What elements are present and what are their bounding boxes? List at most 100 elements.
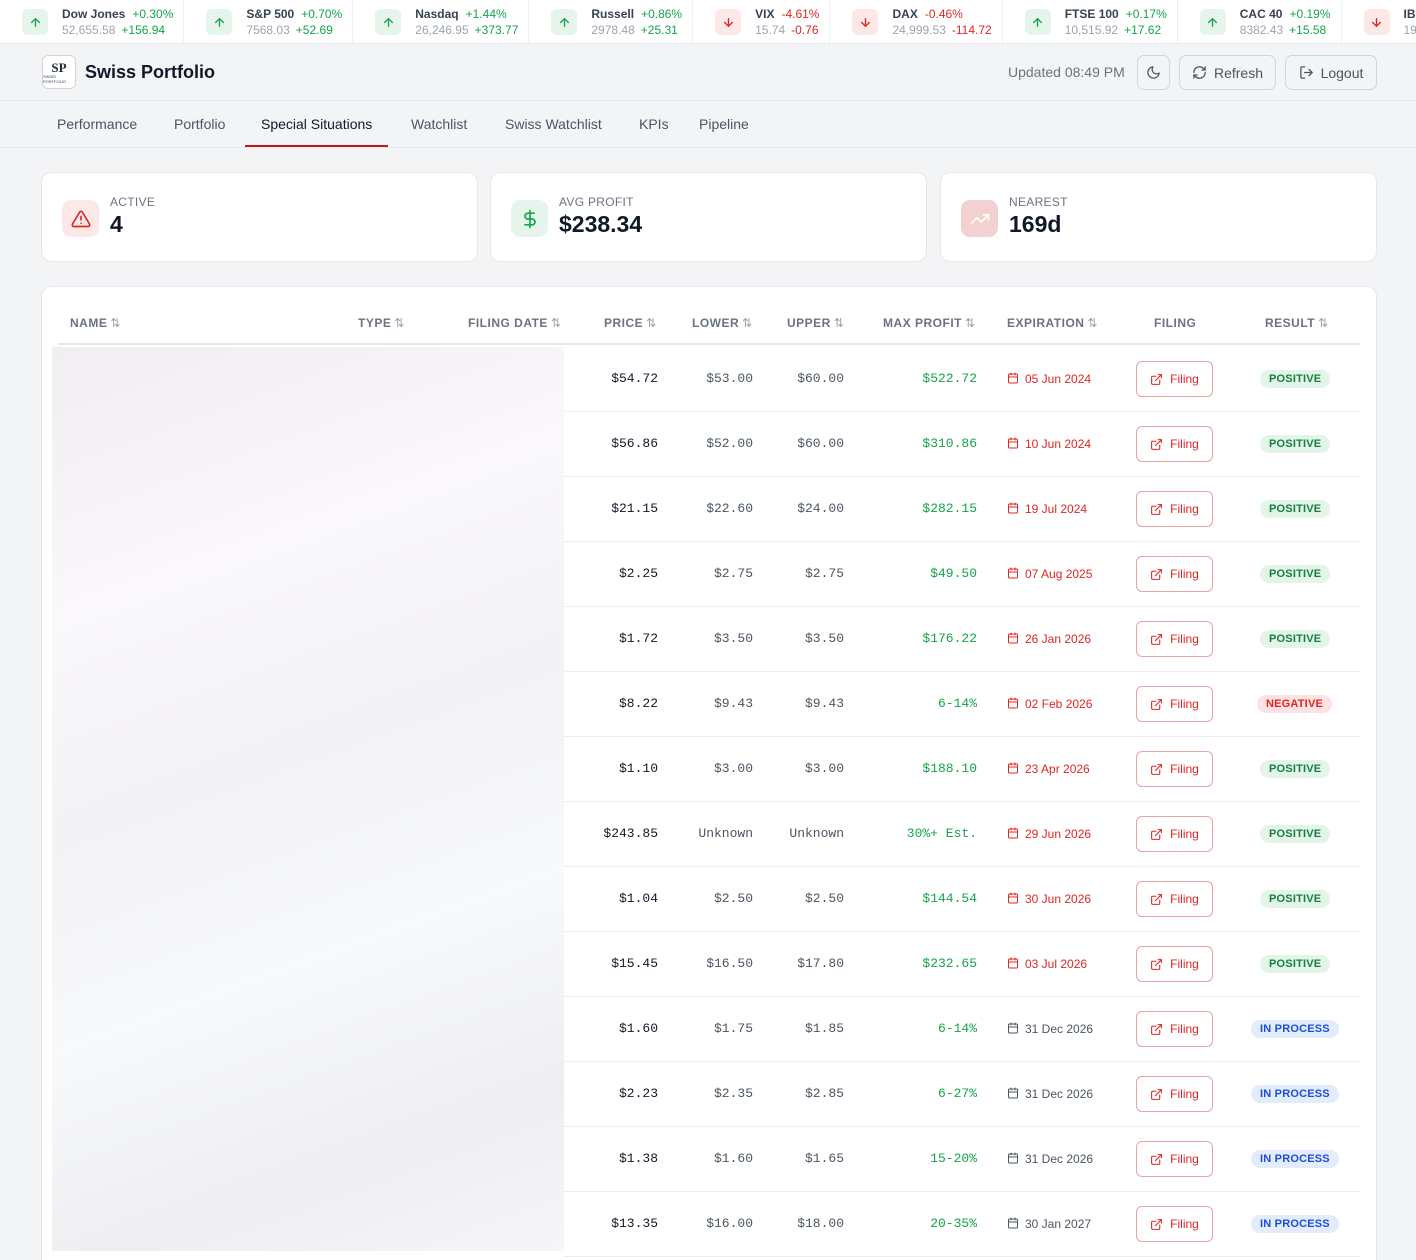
- theme-toggle-button[interactable]: [1137, 55, 1170, 90]
- ticker-price: 10,515.92: [1064, 23, 1119, 37]
- filing-label: Filing: [1170, 1087, 1199, 1101]
- stat-value: 169d: [1009, 211, 1062, 237]
- filing-button[interactable]: Filing: [1136, 946, 1213, 982]
- expiration-cell: 30 Jan 2027: [1007, 1192, 1091, 1256]
- column-header-filing-date[interactable]: FILING DATE ⇅: [468, 316, 562, 330]
- upper-cell: $1.65: [804, 1151, 844, 1166]
- ticker-pct: +0.86%: [641, 7, 683, 21]
- tab-special-situations[interactable]: Special Situations: [245, 101, 389, 147]
- tab-kpis[interactable]: KPIs: [623, 101, 685, 147]
- filing-label: Filing: [1170, 1152, 1199, 1166]
- logo-mark: SP: [51, 59, 67, 75]
- lower-cell: $22.60: [706, 501, 753, 516]
- max-profit-cell: $188.10: [922, 761, 977, 776]
- column-header-upper[interactable]: UPPER ⇅: [787, 316, 844, 330]
- filing-label: Filing: [1170, 632, 1199, 646]
- stat-value: 4: [110, 211, 123, 237]
- filing-label: Filing: [1170, 827, 1199, 841]
- column-header-price[interactable]: PRICE ⇅: [604, 316, 657, 330]
- refresh-button[interactable]: Refresh: [1179, 55, 1276, 90]
- filing-button[interactable]: Filing: [1136, 881, 1213, 917]
- filing-button[interactable]: Filing: [1136, 556, 1213, 592]
- calendar-icon: [1007, 1217, 1019, 1232]
- ticker-price: 26,246.95: [415, 23, 469, 37]
- ticker-price: 15.74: [755, 23, 786, 37]
- ticker-name: Russell: [591, 7, 635, 21]
- tab-watchlist[interactable]: Watchlist: [395, 101, 483, 147]
- price-cell: $1.38: [618, 1151, 658, 1166]
- column-header-name[interactable]: NAME ⇅: [70, 316, 121, 330]
- expiration-cell: 26 Jan 2026: [1007, 607, 1091, 671]
- filing-button[interactable]: Filing: [1136, 816, 1213, 852]
- tab-portfolio[interactable]: Portfolio: [158, 101, 241, 147]
- ticker-name: S&P 500: [246, 7, 295, 21]
- calendar-icon: [1007, 1022, 1019, 1037]
- tab-pipeline[interactable]: Pipeline: [683, 101, 765, 147]
- max-profit-cell: 6-14%: [937, 696, 977, 711]
- upper-cell: $3.00: [804, 761, 844, 776]
- result-badge: POSITIVE: [1260, 825, 1331, 843]
- ticker-name: Dow Jones: [62, 7, 126, 21]
- lower-cell: $1.75: [713, 1021, 753, 1036]
- ticker-item: FTSE 100 +0.17% 10,515.92 +17.62: [1003, 0, 1178, 43]
- refresh-icon: [1193, 66, 1206, 79]
- ticker-name: VIX: [755, 7, 775, 21]
- column-header-lower[interactable]: LOWER ⇅: [692, 316, 753, 330]
- logout-button[interactable]: Logout: [1285, 55, 1377, 90]
- tab-performance[interactable]: Performance: [41, 101, 153, 147]
- tab-swiss-watchlist[interactable]: Swiss Watchlist: [489, 101, 618, 147]
- sort-icon: ⇅: [1087, 316, 1099, 330]
- arrow-up-icon: [1199, 9, 1226, 35]
- expiration-date: 31 Dec 2026: [1025, 1152, 1094, 1166]
- expiration-date: 29 Jun 2026: [1025, 827, 1092, 841]
- expiration-cell: 10 Jun 2024: [1007, 412, 1091, 476]
- table-row: $2.23 $2.35 $2.85 6-27% 31 Dec 2026 Filing IN …: [564, 1062, 1360, 1127]
- expiration-cell: 23 Apr 2026: [1007, 737, 1090, 801]
- column-header-type[interactable]: TYPE ⇅: [358, 316, 405, 330]
- upper-cell: Unknown: [789, 826, 844, 841]
- expiration-cell: 31 Dec 2026: [1007, 997, 1093, 1061]
- stat-value: $238.34: [559, 211, 643, 237]
- expiration-cell: 02 Feb 2026: [1007, 672, 1092, 736]
- stat-card-avg-profit: AVG PROFIT $238.34: [490, 172, 927, 262]
- external-link-icon: [1150, 438, 1163, 451]
- filing-button[interactable]: Filing: [1136, 1076, 1213, 1112]
- upper-cell: $3.50: [804, 631, 844, 646]
- result-badge: IN PROCESS: [1251, 1020, 1339, 1038]
- lower-cell: $9.43: [713, 696, 753, 711]
- table-row: $13.35 $16.00 $18.00 20-35% 30 Jan 2027 Filin…: [564, 1192, 1360, 1257]
- column-header-max-profit[interactable]: MAX PROFIT ⇅: [883, 316, 976, 330]
- table-row: $21.15 $22.60 $24.00 $282.15 19 Jul 2024 Fili…: [564, 477, 1360, 542]
- filing-button[interactable]: Filing: [1136, 1206, 1213, 1242]
- filing-button[interactable]: Filing: [1136, 686, 1213, 722]
- alert-triangle-icon: [62, 200, 99, 237]
- ticker-name: FTSE 100: [1064, 7, 1119, 21]
- calendar-icon: [1007, 632, 1019, 647]
- expiration-cell: 29 Jun 2026: [1007, 802, 1091, 866]
- filing-button[interactable]: Filing: [1136, 491, 1213, 527]
- ticker-change: +17.62: [1124, 23, 1162, 37]
- filing-button[interactable]: Filing: [1136, 426, 1213, 462]
- filing-button[interactable]: Filing: [1136, 621, 1213, 657]
- filing-label: Filing: [1170, 437, 1199, 451]
- filing-button[interactable]: Filing: [1136, 1141, 1213, 1177]
- price-cell: $2.23: [618, 1086, 658, 1101]
- expiration-date: 02 Feb 2026: [1025, 697, 1093, 711]
- filing-button[interactable]: Filing: [1136, 1011, 1213, 1047]
- column-header-expiration[interactable]: EXPIRATION ⇅: [1007, 316, 1098, 330]
- price-cell: $21.15: [611, 501, 658, 516]
- table-row: $2.25 $2.75 $2.75 $49.50 07 Aug 2025 Filing PO…: [564, 542, 1360, 607]
- market-ticker: Dow Jones +0.30% 52,655.58 +156.94 S&P 500 +0…: [0, 0, 1416, 44]
- max-profit-cell: $176.22: [922, 631, 977, 646]
- filing-label: Filing: [1170, 372, 1199, 386]
- arrow-down-icon: [1363, 9, 1390, 35]
- external-link-icon: [1150, 828, 1163, 841]
- expiration-date: 26 Jan 2026: [1025, 632, 1092, 646]
- price-cell: $56.86: [611, 436, 658, 451]
- expiration-date: 31 Dec 2026: [1025, 1087, 1094, 1101]
- ticker-item: Dow Jones +0.30% 52,655.58 +156.94: [0, 0, 185, 43]
- filing-button[interactable]: Filing: [1136, 361, 1213, 397]
- filing-button[interactable]: Filing: [1136, 751, 1213, 787]
- column-header-result[interactable]: RESULT ⇅: [1265, 316, 1329, 330]
- expiration-cell: 05 Jun 2024: [1007, 347, 1091, 411]
